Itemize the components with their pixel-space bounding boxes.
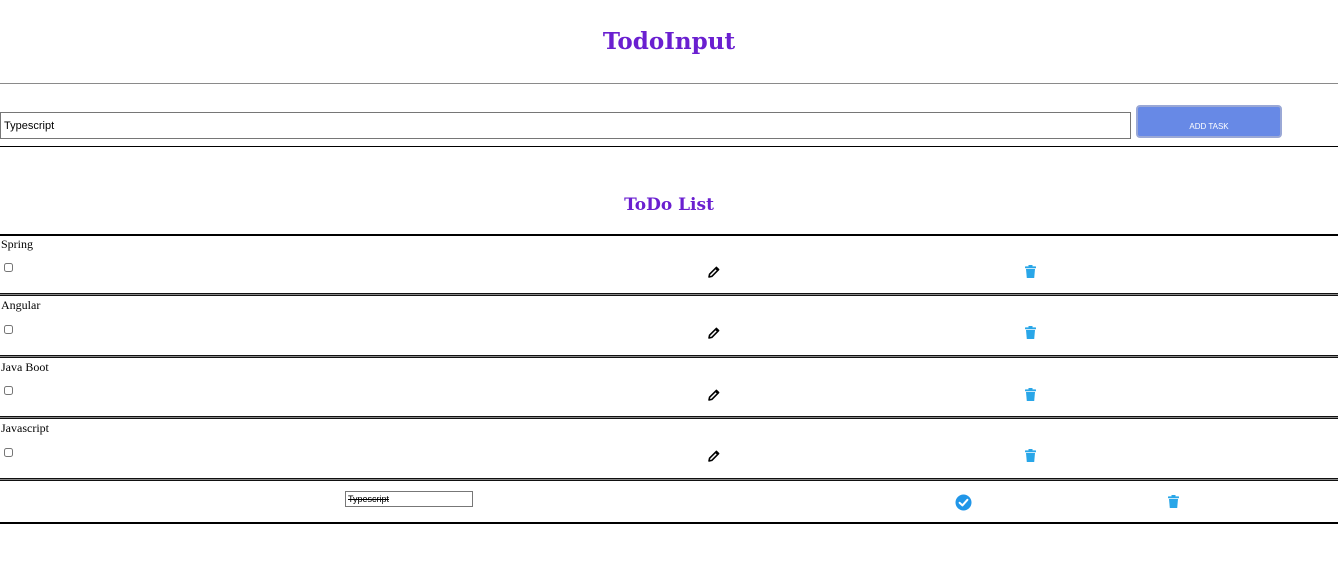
todo-item-checkbox[interactable] <box>4 325 13 334</box>
edit-task-input[interactable] <box>345 491 473 507</box>
todo-item-label: Java Boot <box>1 360 49 374</box>
pencil-icon[interactable] <box>707 265 721 279</box>
trash-icon[interactable] <box>1025 265 1036 278</box>
page-title: TodoInput <box>602 28 736 55</box>
add-task-button[interactable]: ADD TASK <box>1136 105 1282 138</box>
todo-item-label: Javascript <box>1 421 49 435</box>
trash-icon[interactable] <box>1025 388 1036 401</box>
pencil-icon[interactable] <box>707 388 721 402</box>
task-input[interactable] <box>0 112 1131 139</box>
list-top-border <box>0 234 1338 236</box>
todo-list-title: ToDo List <box>624 195 714 215</box>
trash-icon[interactable] <box>1025 449 1036 462</box>
row-divider <box>0 355 1338 358</box>
check-circle-icon[interactable] <box>955 494 972 511</box>
todo-item-checkbox[interactable] <box>4 448 13 457</box>
todo-item-label: Angular <box>1 298 41 312</box>
trash-icon[interactable] <box>1025 326 1036 339</box>
trash-icon[interactable] <box>1168 495 1179 508</box>
list-bottom-border <box>0 522 1338 524</box>
header-divider <box>0 83 1338 84</box>
pencil-icon[interactable] <box>707 449 721 463</box>
pencil-icon[interactable] <box>707 326 721 340</box>
input-divider <box>0 146 1338 147</box>
todo-item-label: Spring <box>1 237 34 251</box>
todo-item-checkbox[interactable] <box>4 263 13 272</box>
todo-item-checkbox[interactable] <box>4 386 13 395</box>
row-divider <box>0 293 1338 296</box>
row-divider <box>0 478 1338 481</box>
row-divider <box>0 416 1338 419</box>
